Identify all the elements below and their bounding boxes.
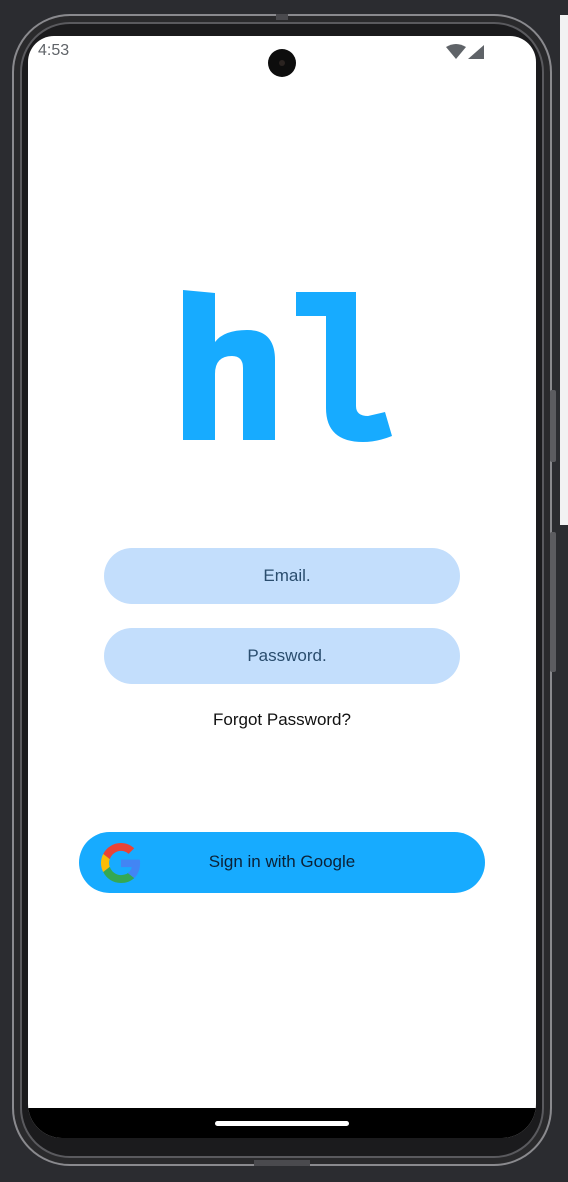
- front-camera: [268, 49, 296, 77]
- volume-button[interactable]: [550, 532, 556, 672]
- phone-screen: 4:53 Email. Password. Forgot Password? S…: [28, 36, 536, 1138]
- logo-letter-l: [296, 292, 392, 442]
- background-window-edge: [560, 15, 568, 525]
- forgot-password-link[interactable]: Forgot Password?: [28, 710, 536, 730]
- phone-top-edge: [276, 14, 288, 20]
- google-sign-in-label: Sign in with Google: [208, 852, 356, 871]
- status-icons: [446, 44, 484, 59]
- password-placeholder: Password.: [247, 646, 327, 665]
- phone-bottom-edge: [254, 1160, 310, 1166]
- email-placeholder: Email.: [263, 566, 311, 585]
- email-field[interactable]: Email.: [104, 548, 460, 604]
- navigation-bar: [28, 1108, 536, 1138]
- power-button[interactable]: [550, 390, 556, 462]
- gesture-handle[interactable]: [215, 1121, 349, 1126]
- password-field[interactable]: Password.: [104, 628, 460, 684]
- cellular-signal-icon: [468, 45, 484, 59]
- google-sign-in-button[interactable]: Sign in with Google: [79, 832, 485, 893]
- emulator-stage: 4:53 Email. Password. Forgot Password? S…: [0, 0, 568, 1182]
- wifi-icon: [446, 44, 466, 59]
- status-time: 4:53: [38, 42, 70, 59]
- app-logo: [183, 290, 392, 442]
- logo-letter-h: [183, 290, 275, 440]
